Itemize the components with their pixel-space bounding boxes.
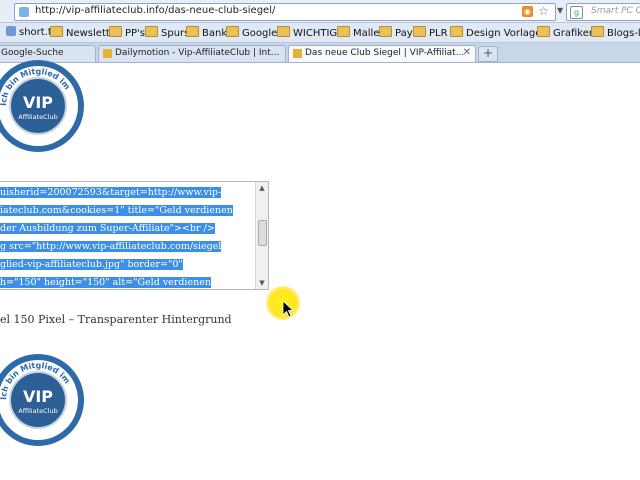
folder-icon [277,26,290,37]
badge-title: VIP [23,387,53,406]
bookmark-folder[interactable]: Pay [379,26,413,39]
navigation-bar: http://vip-affiliateclub.info/das-neue-c… [0,0,640,23]
folder-icon [337,26,350,37]
url-history-dropdown-icon[interactable]: ▼ [557,6,563,15]
bookmark-folder[interactable]: PP's [109,26,145,39]
code-line: uisherid=200072593&target=http://www.vip… [0,187,222,198]
bookmark-folder[interactable]: Grafiken [537,26,595,39]
folder-icon [537,26,550,37]
bookmark-folder[interactable]: WICHTIG! [277,26,341,39]
folder-icon [591,26,604,37]
site-icon [6,26,16,36]
badge-subtitle: AffiliateClub [18,113,57,121]
rss-feed-icon[interactable]: ◉ [522,6,533,17]
search-engine-icon[interactable]: g [570,6,583,19]
image-caption: el 150 Pixel – Transparenter Hintergrund [0,313,232,326]
search-placeholder: Smart PC C [591,6,640,16]
tab-strip: Google-Suche Dailymotion - Vip-Affiliate… [0,43,640,63]
badge-subtitle: AffiliateClub [18,407,57,415]
bookmark-folder[interactable]: Spurs [145,26,189,39]
code-line: der Ausbildung zum Super-Affiliate"><br … [0,223,215,234]
bookmark-folder[interactable]: PLR [413,26,448,39]
folder-icon [186,26,199,37]
folder-icon [379,26,392,37]
code-line: g src="http://www.vip-affiliateclub.com/… [0,241,222,252]
search-box[interactable]: g Smart PC C [566,3,640,21]
tab-club-siegel[interactable]: Das neue Club Siegel | VIP-Affiliat... ✕ [288,45,476,62]
scroll-up-arrow-icon[interactable]: ▲ [256,182,268,194]
close-tab-icon[interactable]: ✕ [463,47,471,58]
folder-icon [450,26,463,37]
vip-badge-top: Ich bin Mitglied im VIP AffiliateClub ★ … [0,60,84,152]
badge-stars: ★ ★ ★ ★ [22,432,54,440]
tab-dailymotion[interactable]: Dailymotion - Vip-AffiliateClub | Int... [98,45,286,62]
site-favicon-icon [19,7,29,17]
address-bar[interactable]: http://vip-affiliateclub.info/das-neue-c… [14,3,556,21]
code-line: h="150" height="150" alt="Geld verdienen [0,277,211,288]
folder-icon [413,26,426,37]
code-line: glied-vip-affiliateclub.jpg" border="0" [0,259,183,270]
mouse-pointer-icon [282,300,294,318]
badge-stars: ★ ★ ★ ★ [22,138,54,146]
code-line: iateclub.com&cookies=1" title="Geld verd… [0,205,233,216]
scroll-down-arrow-icon[interactable]: ▼ [256,277,268,289]
bookmark-folder[interactable]: Design Vorlagen [450,26,548,39]
folder-icon [50,26,63,37]
folder-icon [109,26,122,37]
address-text[interactable]: http://vip-affiliateclub.info/das-neue-c… [35,5,275,16]
bookmarks-toolbar: short.to Newsletter PP's Spurs Bank Goog… [0,23,640,43]
code-textarea[interactable]: uisherid=200072593&target=http://www.vip… [0,181,269,290]
bookmark-folder[interactable]: Blogs-les [591,26,640,39]
folder-icon [226,26,239,37]
vip-badge-bottom: Ich bin Mitglied im VIP AffiliateClub ★ … [0,354,84,446]
bookmark-folder[interactable]: Google [226,26,277,39]
textarea-scrollbar[interactable]: ▲ ▼ [255,182,268,289]
bookmark-folder[interactable]: Malle [337,26,379,39]
scroll-thumb[interactable] [258,220,267,246]
bookmark-star-icon[interactable]: ☆ [538,4,549,18]
folder-icon [145,26,158,37]
new-tab-button[interactable]: + [478,46,498,62]
tab-favicon-icon [103,49,112,58]
badge-title: VIP [23,93,53,112]
bookmark-folder[interactable]: Bank [186,26,227,39]
tab-favicon-icon [293,49,302,58]
